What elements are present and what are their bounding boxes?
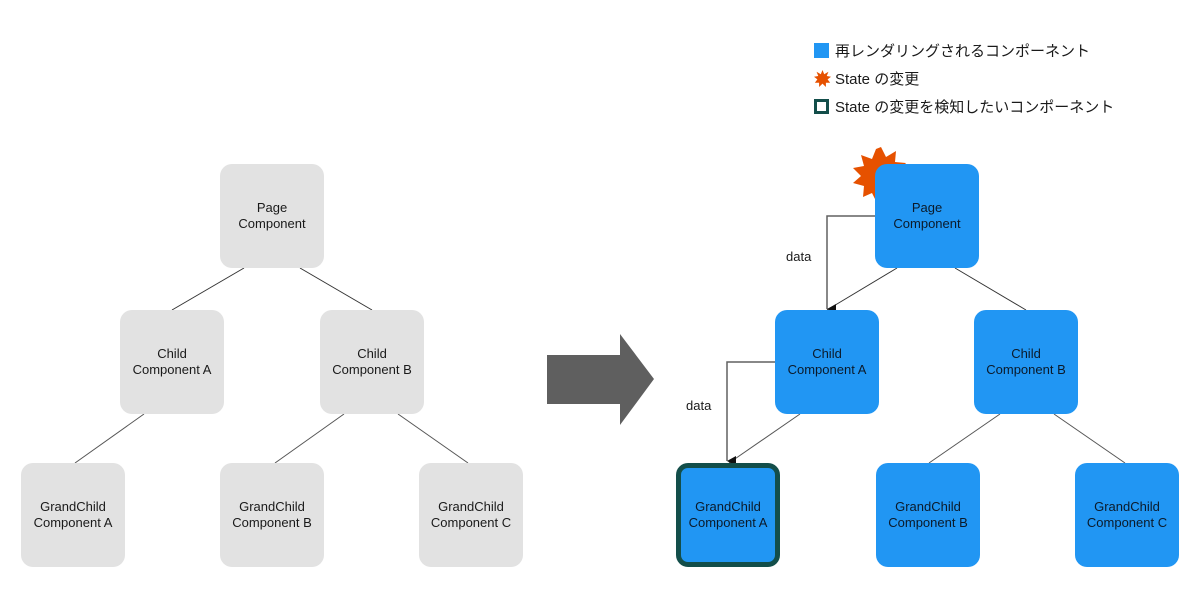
edge-childB-gcC <box>397 413 469 464</box>
edge-childB-gcB <box>274 413 345 464</box>
data-flow-label: data <box>786 249 812 264</box>
node-label: Child Component A <box>132 346 212 377</box>
blue-square-icon <box>814 42 829 58</box>
diagram: Page Component Child Component A Child C… <box>0 0 1200 598</box>
node-grandchild-component-c-rerendered: GrandChild Component C <box>1075 463 1179 567</box>
node-label: Page Component <box>893 200 961 231</box>
edge-page-childB <box>954 267 1027 311</box>
node-grandchild-component-a-watcher: GrandChild Component A <box>676 463 780 567</box>
node-label: Page Component <box>238 200 306 231</box>
outlined-square-icon <box>814 98 829 114</box>
node-child-component-a: Child Component A <box>120 310 224 414</box>
node-grandchild-component-c: GrandChild Component C <box>419 463 523 567</box>
node-page-component: Page Component <box>220 164 324 268</box>
legend-label: 再レンダリングされるコンポーネント <box>835 42 1091 60</box>
node-child-component-b-rerendered: Child Component B <box>974 310 1078 414</box>
legend-item-rerender: 再レンダリングされるコンポーネント <box>814 36 1114 64</box>
node-child-component-a-rerendered: Child Component A <box>775 310 879 414</box>
node-label: Child Component B <box>986 346 1066 377</box>
node-label: GrandChild Component B <box>888 499 968 530</box>
legend-label: State の変更を検知したいコンポーネント <box>835 98 1115 116</box>
node-label: GrandChild Component A <box>688 499 768 530</box>
node-label: GrandChild Component C <box>1086 499 1168 530</box>
node-label: GrandChild Component A <box>33 499 113 530</box>
burst-icon <box>814 69 831 87</box>
node-label: Child Component A <box>787 346 867 377</box>
edge-childB-gcC <box>1053 413 1126 464</box>
node-grandchild-component-b: GrandChild Component B <box>220 463 324 567</box>
legend-label: State の変更 <box>835 70 920 88</box>
node-child-component-b: Child Component B <box>320 310 424 414</box>
edge-page-childA <box>171 267 245 311</box>
edge-childA-gcA <box>74 413 145 464</box>
node-label: GrandChild Component B <box>232 499 312 530</box>
legend-item-watcher: State の変更を検知したいコンポーネント <box>814 92 1114 120</box>
node-page-component-rerendered: Page Component <box>875 164 979 268</box>
data-flow-label: data <box>686 398 712 413</box>
legend-item-state-change: State の変更 <box>814 64 1114 92</box>
right-arrow-icon <box>547 334 654 425</box>
node-grandchild-component-b-rerendered: GrandChild Component B <box>876 463 980 567</box>
node-grandchild-component-a: GrandChild Component A <box>21 463 125 567</box>
node-label: GrandChild Component C <box>430 499 512 530</box>
edge-childA-gcA <box>728 413 801 464</box>
legend: 再レンダリングされるコンポーネント State の変更 State の変更を検知… <box>814 36 1114 120</box>
node-label: Child Component B <box>332 346 412 377</box>
data-flow-arrow-childA-gcA <box>726 361 775 466</box>
edge-childB-gcB <box>928 413 1001 464</box>
edge-page-childB <box>299 267 373 311</box>
edge-page-childA <box>826 267 898 311</box>
